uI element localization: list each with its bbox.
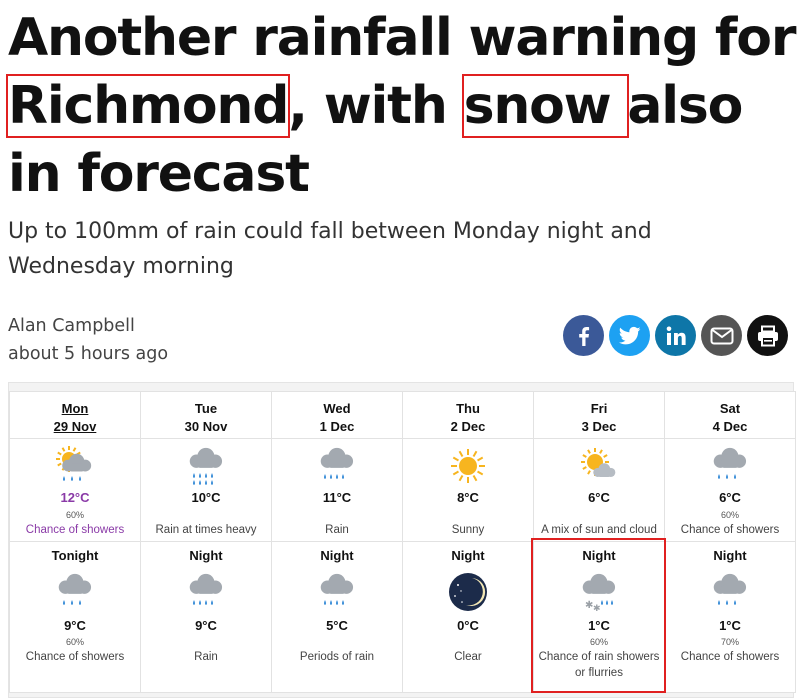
header-divider [534,438,664,439]
forecast-day-cell[interactable]: Wed 1 Dec 11°C Rain [272,392,402,541]
forecast-description: Rain [325,524,349,536]
forecast-day-cell[interactable]: Mon 29 Nov 12°C 60% Chance of showers [10,392,140,541]
weather-forecast-widget: Mon 29 Nov 12°C 60% Chance of showers Tue 30 … [8,382,796,698]
print-icon [757,325,778,346]
forecast-day-name: Thu [456,401,480,416]
showers-icon [707,572,753,612]
headline-highlight-snow: snow [461,74,630,138]
forecast-day-cell[interactable]: Sat 4 Dec 6°C 60% Chance of showers [665,392,795,541]
email-share-button[interactable] [701,315,742,356]
article-subheadline: Up to 100mm of rain could fall between M… [8,219,652,279]
forecast-night-label: Night [451,548,485,563]
forecast-temperature: 12°C [60,490,90,505]
forecast-description: Rain [194,651,218,663]
forecast-night-cell[interactable]: Night 1°C 70% Chance of showers [665,542,795,692]
email-icon [710,327,733,344]
article-headline: Another rainfall warning for Richmond, w… [5,4,803,208]
forecast-description: Chance of showers [25,524,125,536]
forecast-day-name: Wed [323,401,351,416]
rain-icon [314,572,360,612]
showers-icon [52,572,98,612]
facebook-icon [578,326,589,346]
rain-heavy-icon [183,446,229,486]
precipitation-chance: 60% [65,637,84,647]
forecast-description: Sunny [451,524,485,536]
showers-icon [707,446,753,486]
header-divider [10,438,140,439]
rain-icon [183,572,229,612]
header-divider [403,438,533,439]
forecast-temperature: 6°C [719,490,741,505]
sun-cloud-icon [576,446,622,486]
forecast-night-label: Night [320,548,354,563]
forecast-night-label: Night [713,548,747,563]
print-button[interactable] [747,315,788,356]
forecast-description: Chance of showers [680,651,780,663]
headline-text-1: Another rainfall warning for [8,8,796,68]
forecast-night-cell[interactable]: Night ✱ ✱ 1°C 60% Chance of rain showers or … [534,542,664,692]
twitter-icon [618,326,641,344]
forecast-night-label: Night [189,548,223,563]
forecast-day-name: Fri [590,401,608,416]
facebook-share-button[interactable] [563,315,604,356]
forecast-description: Chance of showers [25,651,125,663]
forecast-description: Rain at times heavy [155,524,257,536]
forecast-temperature: 1°C [719,618,741,633]
forecast-temperature: 11°C [322,490,352,505]
headline-highlight-richmond: Richmond [5,74,291,138]
sun-icon [445,446,491,486]
rain-icon [314,446,360,486]
forecast-night-cell[interactable]: Night 5°C Periods of rain [272,542,402,692]
forecast-grid: Mon 29 Nov 12°C 60% Chance of showers Tue 30 … [9,391,796,693]
precipitation-chance: 60% [589,637,608,647]
forecast-day-cell[interactable]: Fri 3 Dec 6°C A mix of sun and cloud [534,392,664,541]
precipitation-chance: 70% [720,637,739,647]
forecast-day-name: Tue [194,401,218,416]
twitter-share-button[interactable] [609,315,650,356]
linkedin-icon [666,326,686,345]
share-bar [563,315,788,356]
forecast-night-label: Tonight [51,548,99,563]
forecast-date: 3 Dec [581,419,617,434]
forecast-date: 30 Nov [184,419,228,434]
forecast-description: Chance of rain showers or flurries [538,651,660,679]
forecast-temperature: 6°C [588,490,610,505]
forecast-temperature: 9°C [64,618,86,633]
header-divider [272,438,402,439]
forecast-night-label: Night [582,548,616,563]
header-divider [141,438,271,439]
forecast-description: Chance of showers [680,524,780,536]
headline-text-2: , with [288,76,464,136]
rain-snow-icon: ✱ ✱ [576,572,622,614]
forecast-description: Clear [454,651,482,663]
header-divider [665,438,795,439]
forecast-temperature: 8°C [457,490,479,505]
forecast-night-cell[interactable]: Night 9°C Rain [141,542,271,692]
forecast-day-name: Mon [61,401,89,416]
forecast-date: 4 Dec [712,419,748,434]
forecast-day-cell[interactable]: Tue 30 Nov 10°C Rain at times heavy [141,392,271,541]
author-name[interactable]: Alan Campbell [8,316,135,336]
forecast-temperature: 5°C [326,618,348,633]
forecast-temperature: 10°C [191,490,221,505]
forecast-temperature: 9°C [195,618,217,633]
linkedin-share-button[interactable] [655,315,696,356]
forecast-night-cell[interactable]: Tonight 9°C 60% Chance of showers [10,542,140,692]
moon-clear-icon [445,572,491,612]
forecast-night-cell[interactable]: Night 0°C Clear [403,542,533,692]
forecast-temperature: 0°C [457,618,479,633]
forecast-date: 2 Dec [450,419,486,434]
svg-text:✱: ✱ [593,604,601,614]
forecast-day-name: Sat [719,401,741,416]
forecast-date: 1 Dec [319,419,355,434]
publish-timestamp: about 5 hours ago [8,344,169,364]
sun-cloud-showers-icon [52,446,98,486]
forecast-day-cell[interactable]: Thu 2 Dec 8°C Sunny [403,392,533,541]
precipitation-chance: 60% [720,510,739,520]
forecast-temperature: 1°C [588,618,610,633]
forecast-date: 29 Nov [53,419,97,434]
forecast-description: A mix of sun and cloud [541,524,657,536]
forecast-description: Periods of rain [299,651,375,663]
precipitation-chance: 60% [65,510,84,520]
